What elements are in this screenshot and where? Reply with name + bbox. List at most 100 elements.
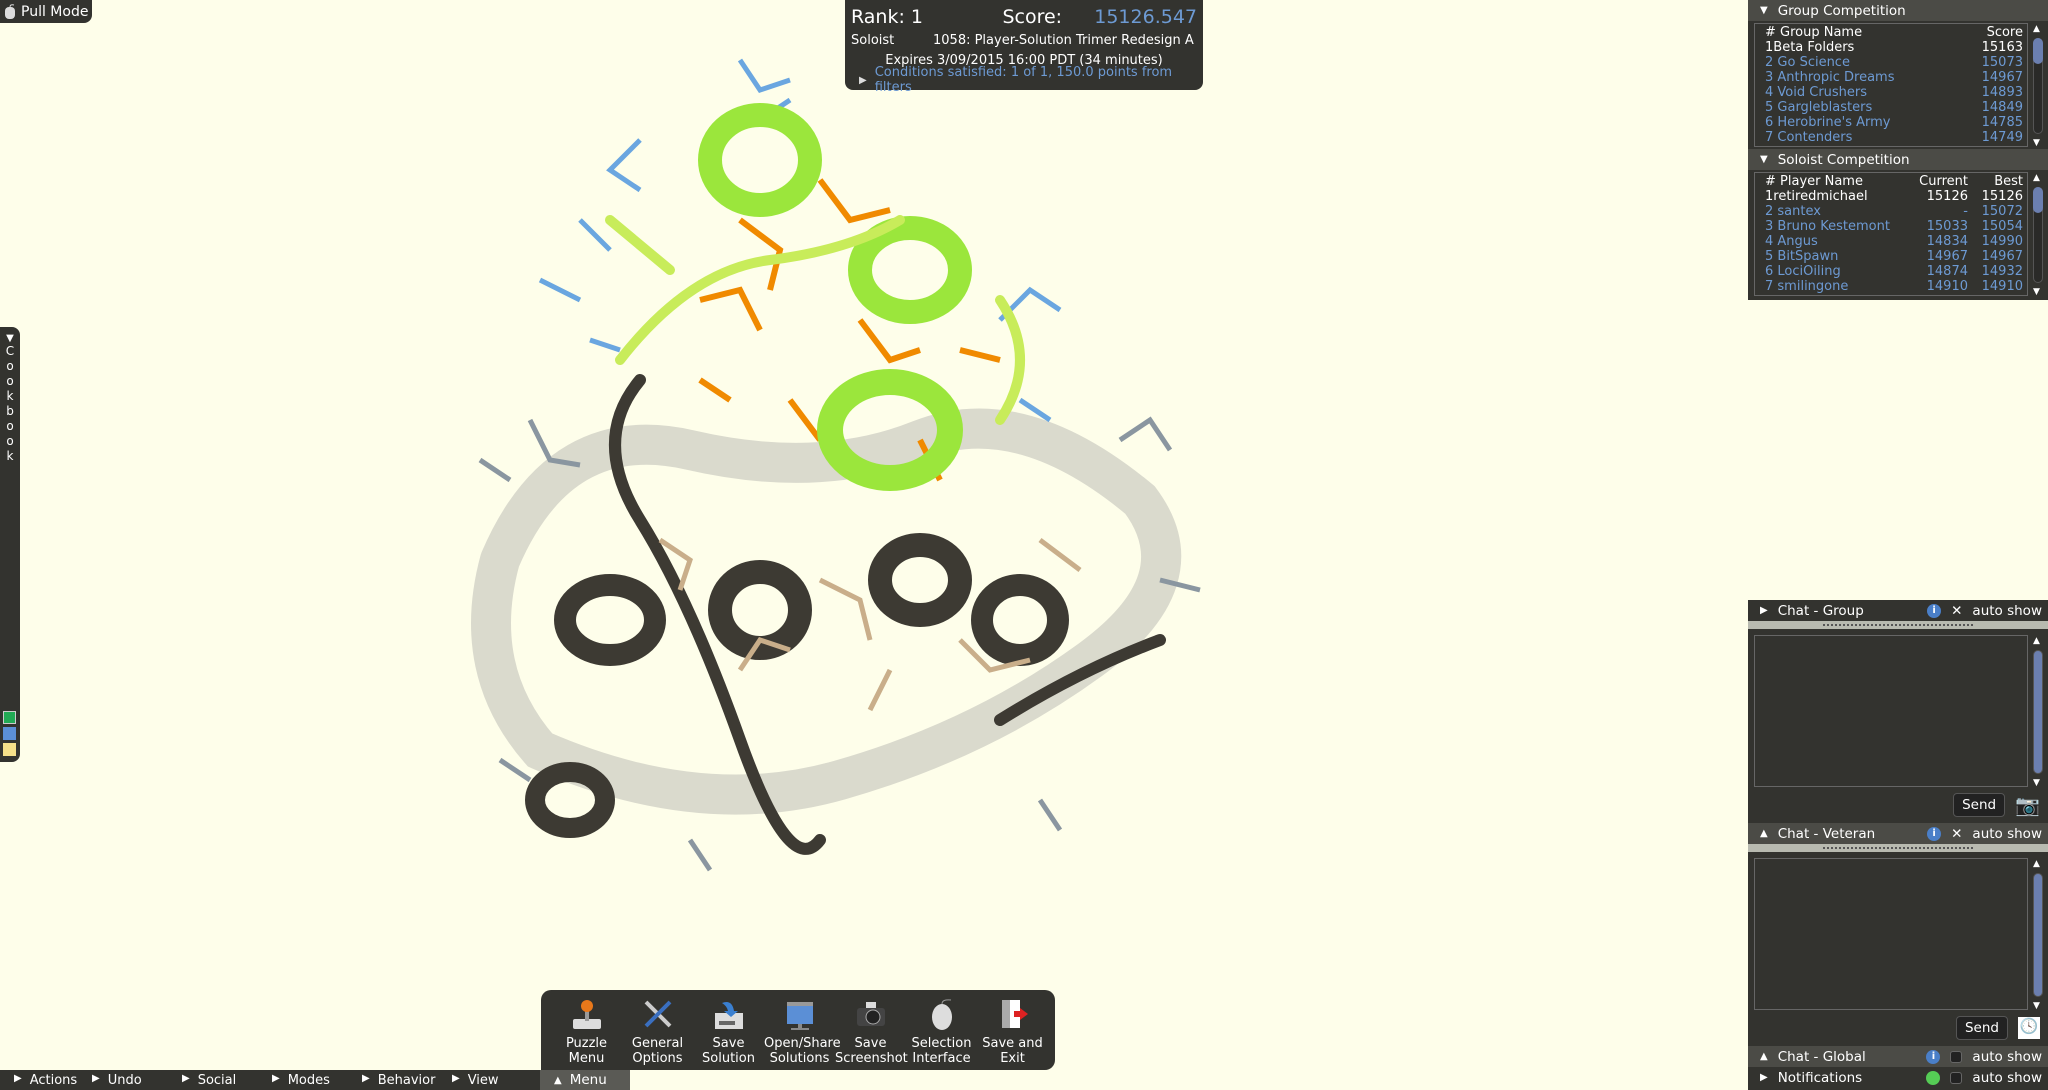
table-row[interactable]: 4 Void Crushers 14893 bbox=[1759, 85, 2023, 100]
info-icon[interactable]: i bbox=[1926, 1049, 1941, 1064]
table-cell: 5 Gargleblasters bbox=[1765, 100, 1873, 115]
table-row[interactable]: 3 Anthropic Dreams 14967 bbox=[1759, 70, 2023, 85]
scrollbar[interactable]: ▲ ▼ bbox=[2031, 859, 2045, 1011]
column-header: # Group Name bbox=[1765, 25, 1863, 40]
table-row[interactable]: 3 Bruno Kestemont 15033 15054 bbox=[1759, 219, 2023, 234]
conditions-toggle[interactable]: ▶ Conditions satisfied: 1 of 1, 150.0 poi… bbox=[851, 65, 1197, 95]
bottom-menu-social[interactable]: ▶ Social bbox=[168, 1073, 258, 1088]
send-button[interactable]: Send bbox=[1955, 1016, 2008, 1040]
table-row[interactable]: 7 smilingone 14910 14910 bbox=[1759, 279, 2023, 294]
expand-arrow-icon: ▶ bbox=[452, 1072, 460, 1084]
toolbar-button-save-and-exit[interactable]: Save and Exit bbox=[977, 996, 1048, 1070]
menu-label: Menu bbox=[569, 1072, 607, 1088]
info-icon[interactable]: i bbox=[1927, 826, 1942, 841]
column-header: # Player Name bbox=[1765, 174, 1863, 189]
send-button[interactable]: Send bbox=[1953, 793, 2006, 817]
scrollbar[interactable]: ▲ ▼ bbox=[2031, 173, 2045, 297]
save-icon bbox=[693, 996, 764, 1032]
puzzle-title: 1058: Player-Solution Trimer Redesign A bbox=[933, 32, 1194, 48]
table-cell: 14749 bbox=[1981, 130, 2023, 145]
bottom-menu-view[interactable]: ▶ View bbox=[438, 1073, 540, 1088]
mouse-icon bbox=[5, 3, 15, 19]
auto-show-checkbox[interactable]: ✕ bbox=[1951, 603, 1962, 619]
cookbook-label: Cookbook bbox=[0, 344, 20, 464]
cookbook-letter: k bbox=[6, 449, 14, 463]
bottom-menu-undo[interactable]: ▶ Undo bbox=[78, 1073, 168, 1088]
table-row[interactable]: 5 BitSpawn 14967 14967 bbox=[1759, 249, 2023, 264]
table-row[interactable]: 2 santex -15072 bbox=[1759, 204, 2023, 219]
wrench-screwdriver-icon bbox=[622, 996, 693, 1032]
toolbar-button-puzzle-menu[interactable]: Puzzle Menu bbox=[551, 996, 622, 1070]
chat-veteran-header[interactable]: ▲ Chat - Veteran i ✕ auto show bbox=[1748, 823, 2048, 844]
toolbar-button-label-line1: General bbox=[631, 1036, 684, 1051]
table-row[interactable]: 6 LociOiling 14874 14932 bbox=[1759, 264, 2023, 279]
toolbar-button-label-line2: Menu bbox=[568, 1051, 605, 1066]
table-cell: 14932 bbox=[1981, 264, 2023, 279]
column-header: Best bbox=[1994, 174, 2023, 189]
cookbook-letter: o bbox=[6, 359, 14, 373]
toolbar-button-general-options[interactable]: General Options bbox=[622, 996, 693, 1070]
table-row[interactable]: 2 Go Science 15073 bbox=[1759, 55, 2023, 70]
table-row[interactable]: 4 Angus 14834 14990 bbox=[1759, 234, 2023, 249]
toolbar-button-label-line2: Solutions bbox=[769, 1051, 830, 1066]
info-icon[interactable]: i bbox=[1927, 603, 1942, 618]
network-folder-icon[interactable] bbox=[3, 727, 16, 740]
resize-handle[interactable] bbox=[1748, 844, 2048, 852]
toolbar-button-save-solution[interactable]: Save Solution bbox=[693, 996, 764, 1070]
auto-show-toggle[interactable] bbox=[1950, 1050, 1963, 1063]
bottom-menu-actions[interactable]: ▶ Actions bbox=[0, 1073, 78, 1088]
table-cell: 14785 bbox=[1981, 115, 2023, 130]
toolbar-button-save-screenshot[interactable]: Save Screenshot bbox=[835, 996, 908, 1070]
cookbook-letter: o bbox=[6, 419, 14, 433]
bottom-menu-behavior[interactable]: ▶ Behavior bbox=[348, 1073, 438, 1088]
auto-show-checkbox[interactable]: ✕ bbox=[1951, 826, 1962, 842]
auto-show-label: auto show bbox=[1972, 602, 2042, 619]
table-cell: 14967 bbox=[1981, 249, 2023, 264]
bottom-menu-modes[interactable]: ▶ Modes bbox=[258, 1073, 348, 1088]
camera-icon bbox=[835, 996, 906, 1032]
camera-icon[interactable]: 📷 bbox=[2015, 793, 2040, 817]
chat-veteran-messages[interactable]: ▲ ▼ bbox=[1754, 858, 2043, 1011]
clock-icon[interactable]: 🕓 bbox=[2018, 1017, 2040, 1039]
table-row[interactable]: 7 Contenders 14749 bbox=[1759, 130, 2023, 145]
scrollbar[interactable]: ▲ ▼ bbox=[2031, 24, 2045, 148]
toolbar-button-label-line1: Save bbox=[854, 1036, 887, 1051]
terminal-icon[interactable] bbox=[3, 711, 16, 724]
collapse-arrow-icon: ▼ bbox=[1760, 154, 1768, 165]
competition-panel: ▼ Group Competition # Group Name Score 1Bet… bbox=[1748, 0, 2048, 300]
toolbar-button-open-share-solutions[interactable]: Open/Share Solutions bbox=[764, 996, 841, 1070]
table-cell: 15126 bbox=[1926, 189, 1968, 204]
protein-viewport[interactable] bbox=[440, 20, 1270, 900]
chat-group-header[interactable]: ▶ Chat - Group i ✕ auto show bbox=[1748, 600, 2048, 621]
notepad-icon[interactable] bbox=[3, 743, 16, 756]
bottom-menu-label: Modes bbox=[287, 1072, 330, 1088]
table-row[interactable]: 5 Gargleblasters 14849 bbox=[1759, 100, 2023, 115]
table-cell: 7 Contenders bbox=[1765, 130, 1853, 145]
table-cell: 14990 bbox=[1981, 234, 2023, 249]
scrollbar[interactable]: ▲ ▼ bbox=[2031, 636, 2045, 788]
chat-group-messages[interactable]: ▲ ▼ bbox=[1754, 635, 2043, 788]
table-row[interactable]: 1Beta Folders 15163 bbox=[1759, 40, 2023, 55]
auto-show-toggle[interactable] bbox=[1950, 1071, 1963, 1084]
toolbar-button-selection-interface[interactable]: Selection Interface bbox=[906, 996, 977, 1070]
expand-arrow-icon: ▶ bbox=[92, 1072, 100, 1084]
menu-tab[interactable]: ▲ Menu bbox=[540, 1070, 630, 1090]
table-cell: 14834 bbox=[1926, 234, 1968, 249]
cookbook-letter: o bbox=[6, 434, 14, 448]
bottom-menu-bar: ▶ Actions ▶ Undo ▶ Social ▶ Modes ▶ Behavior ▶ View bbox=[0, 1070, 540, 1090]
expand-arrow-icon: ▶ bbox=[859, 74, 867, 86]
table-row[interactable]: 6 Herobrine's Army 14785 bbox=[1759, 115, 2023, 130]
chat-veteran-title: Chat - Veteran bbox=[1777, 825, 1876, 842]
pull-mode-button[interactable]: Pull Mode bbox=[0, 0, 92, 23]
notifications-header[interactable]: ▶ Notifications auto show bbox=[1748, 1067, 2048, 1088]
cookbook-panel[interactable]: ▼ Cookbook bbox=[0, 327, 20, 762]
joystick-icon bbox=[551, 996, 622, 1032]
collapse-arrow-icon: ▼ bbox=[6, 333, 14, 344]
conditions-label: Conditions satisfied: 1 of 1, 150.0 poin… bbox=[874, 65, 1173, 95]
resize-handle[interactable] bbox=[1748, 621, 2048, 629]
table-row[interactable]: 1retiredmichael 15126 15126 bbox=[1759, 189, 2023, 204]
chat-global-header[interactable]: ▲ Chat - Global i auto show bbox=[1748, 1046, 2048, 1067]
group-competition-header[interactable]: ▼ Group Competition bbox=[1748, 0, 2048, 21]
chat-group-title: Chat - Group bbox=[1777, 602, 1864, 619]
soloist-competition-header[interactable]: ▼ Soloist Competition bbox=[1748, 149, 2048, 170]
